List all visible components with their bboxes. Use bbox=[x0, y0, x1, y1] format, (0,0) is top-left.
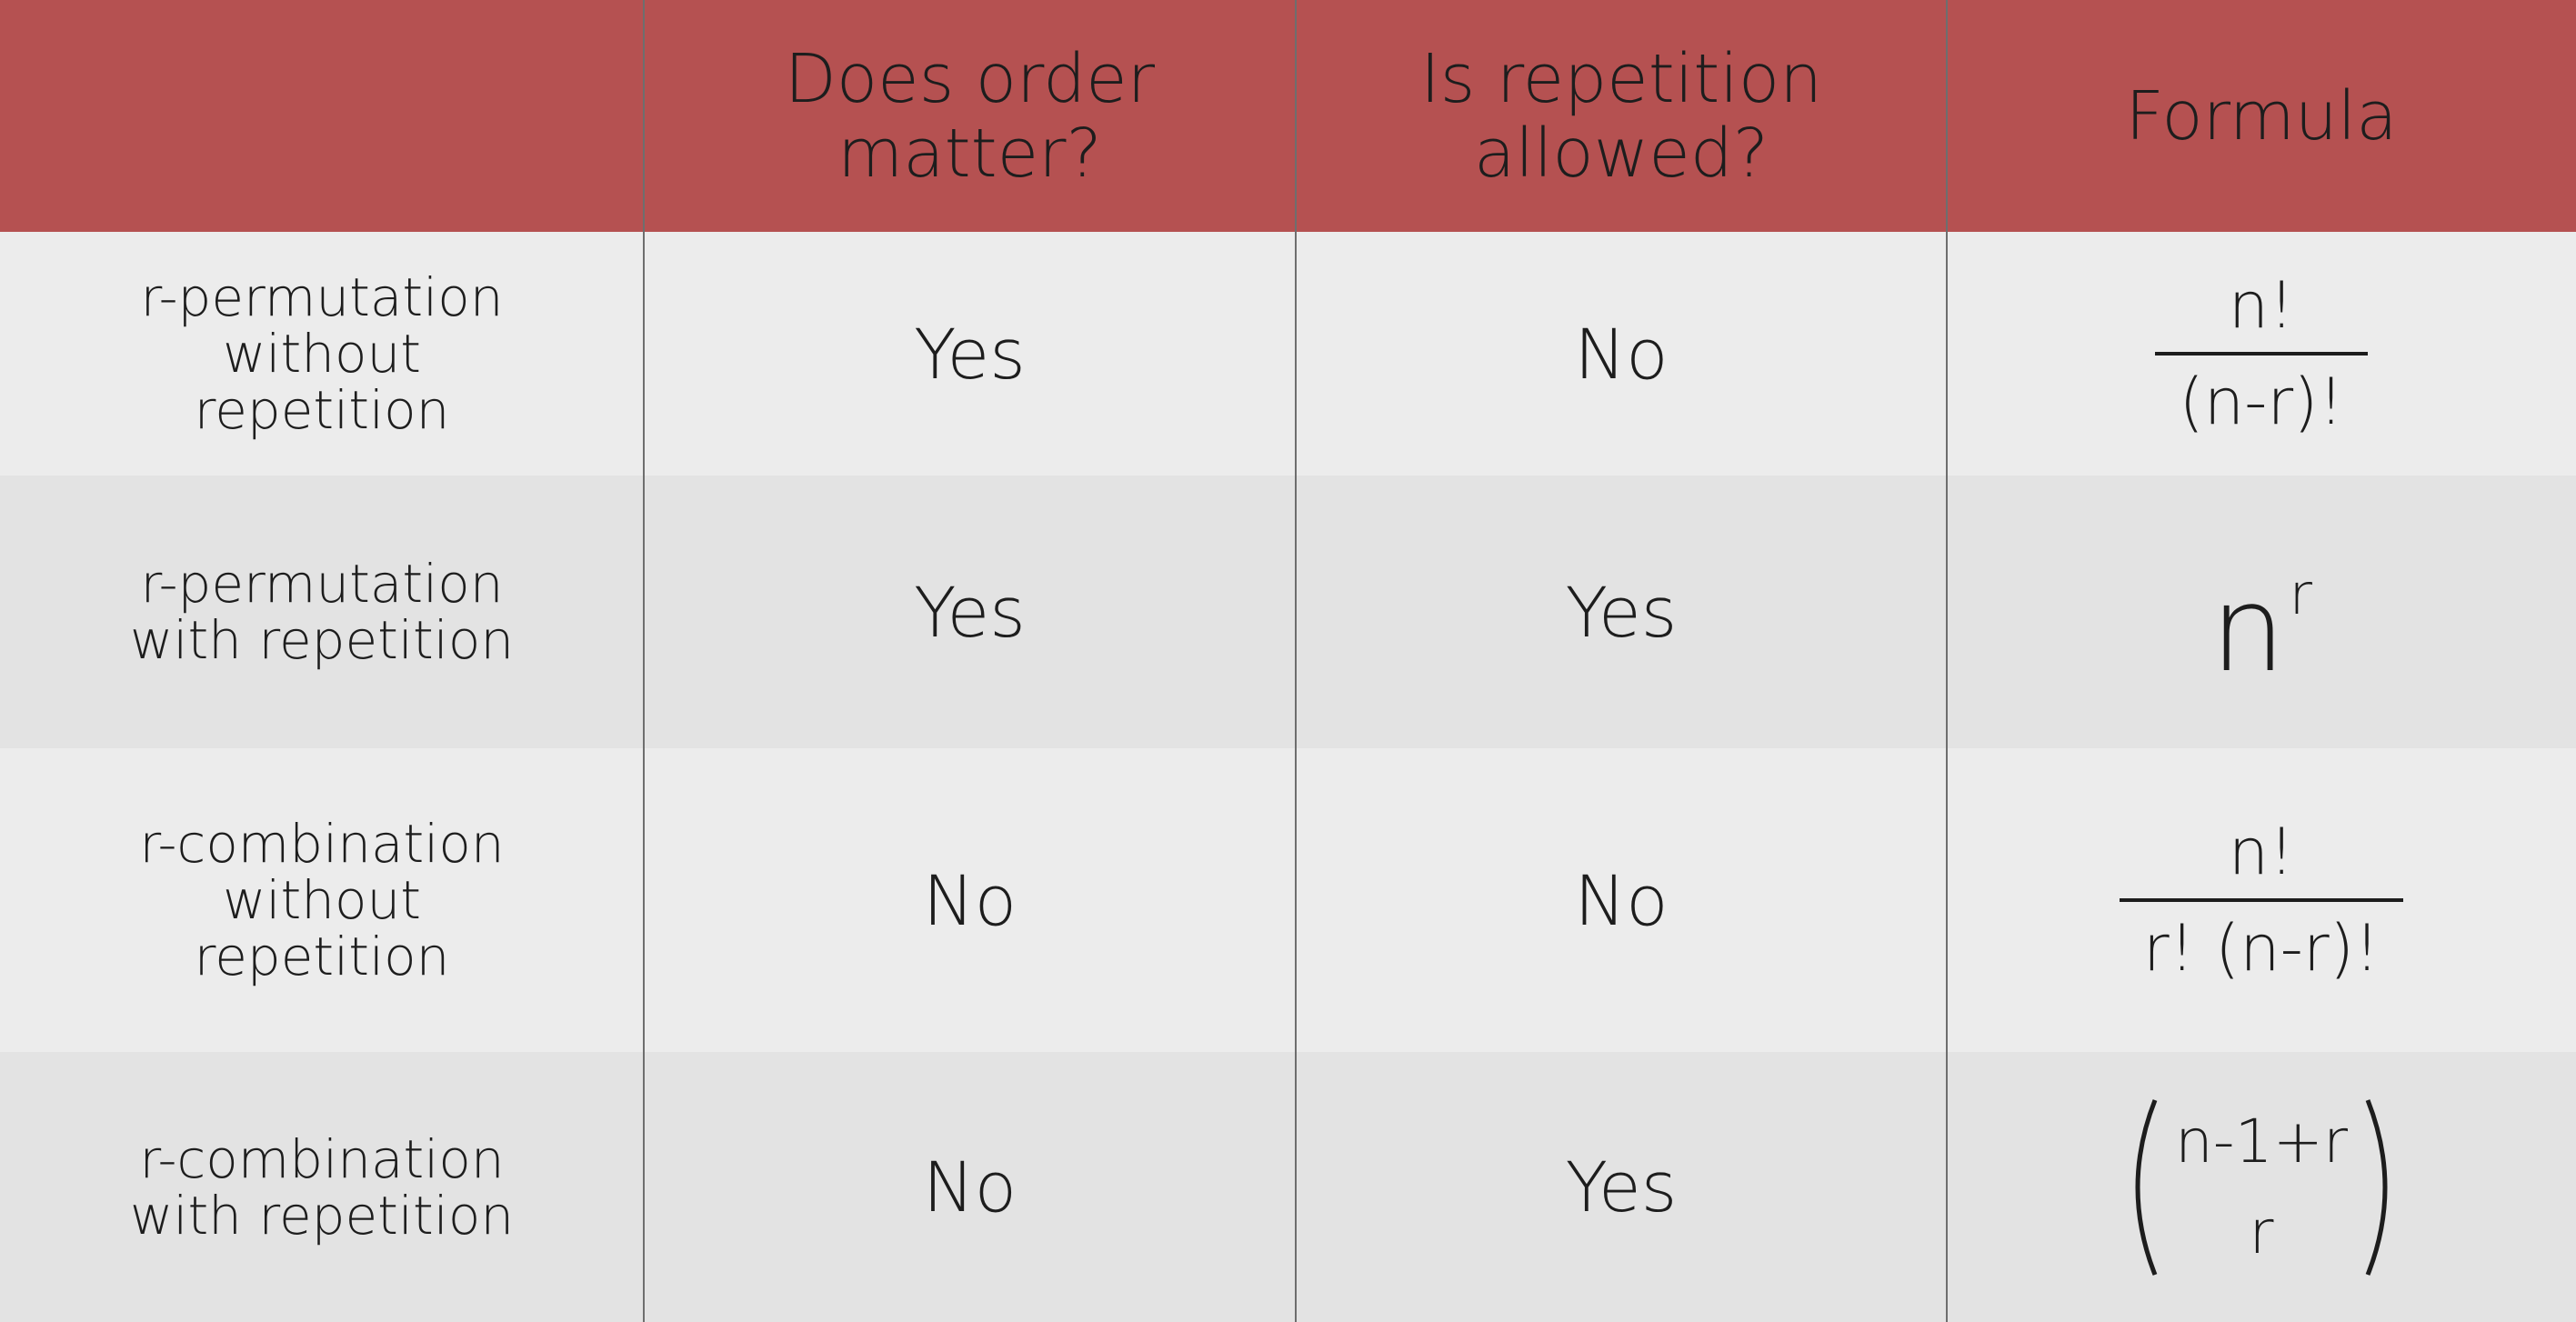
header-formula: Formula bbox=[1947, 0, 2576, 232]
order-value: Yes bbox=[644, 476, 1296, 748]
right-paren-icon bbox=[2365, 1098, 2388, 1276]
binomial-bottom: r bbox=[2249, 1197, 2274, 1267]
header-formula-label: Formula bbox=[2125, 76, 2398, 155]
combinatorics-table: Does order matter? Is repetition allowed… bbox=[0, 0, 2576, 1322]
column-divider bbox=[1946, 0, 1948, 1322]
left-paren-icon bbox=[2135, 1098, 2158, 1276]
row-label: r-combination without repetition bbox=[0, 748, 644, 1052]
binomial-top: n-1+r bbox=[2174, 1106, 2349, 1177]
formula-cell: nr bbox=[1947, 476, 2576, 748]
header-order-matter: Does order matter? bbox=[644, 0, 1296, 232]
header-repetition-allowed: Is repetition allowed? bbox=[1296, 0, 1947, 232]
formula-denominator: r! (n-r)! bbox=[2142, 911, 2381, 986]
order-value: No bbox=[644, 1052, 1296, 1322]
formula-cell: n! (n-r)! bbox=[1947, 232, 2576, 476]
formula-denominator: (n-r)! bbox=[2179, 365, 2344, 439]
fraction-bar bbox=[2155, 352, 2368, 356]
row-label: r-permutation with repetition bbox=[0, 476, 644, 748]
order-value: No bbox=[644, 748, 1296, 1052]
header-order-label: Does order matter? bbox=[784, 39, 1156, 193]
repetition-value: Yes bbox=[1296, 476, 1947, 748]
repetition-value: No bbox=[1296, 748, 1947, 1052]
row-label: r-combination with repetition bbox=[0, 1052, 644, 1322]
formula-numerator: n! bbox=[2228, 815, 2295, 889]
fraction-formula: n! (n-r)! bbox=[2155, 266, 2368, 441]
fraction-bar bbox=[2119, 898, 2404, 902]
power-formula: nr bbox=[2210, 536, 2312, 688]
formula-cell: n! r! (n-r)! bbox=[1947, 748, 2576, 1052]
column-divider bbox=[1295, 0, 1297, 1322]
header-repetition-label: Is repetition allowed? bbox=[1419, 39, 1823, 193]
fraction-formula: n! r! (n-r)! bbox=[2119, 813, 2404, 987]
formula-exponent: r bbox=[2289, 561, 2312, 627]
header-cell-empty bbox=[0, 0, 644, 232]
formula-cell: n-1+r r bbox=[1947, 1052, 2576, 1322]
order-value: Yes bbox=[644, 232, 1296, 476]
column-divider bbox=[643, 0, 645, 1322]
binomial-formula: n-1+r r bbox=[2119, 1097, 2404, 1278]
formula-numerator: n! bbox=[2228, 268, 2295, 343]
formula-base: n bbox=[2210, 560, 2286, 698]
binomial-inner: n-1+r r bbox=[2159, 1097, 2364, 1278]
repetition-value: No bbox=[1296, 232, 1947, 476]
repetition-value: Yes bbox=[1296, 1052, 1947, 1322]
row-label: r-permutation without repetition bbox=[0, 232, 644, 476]
